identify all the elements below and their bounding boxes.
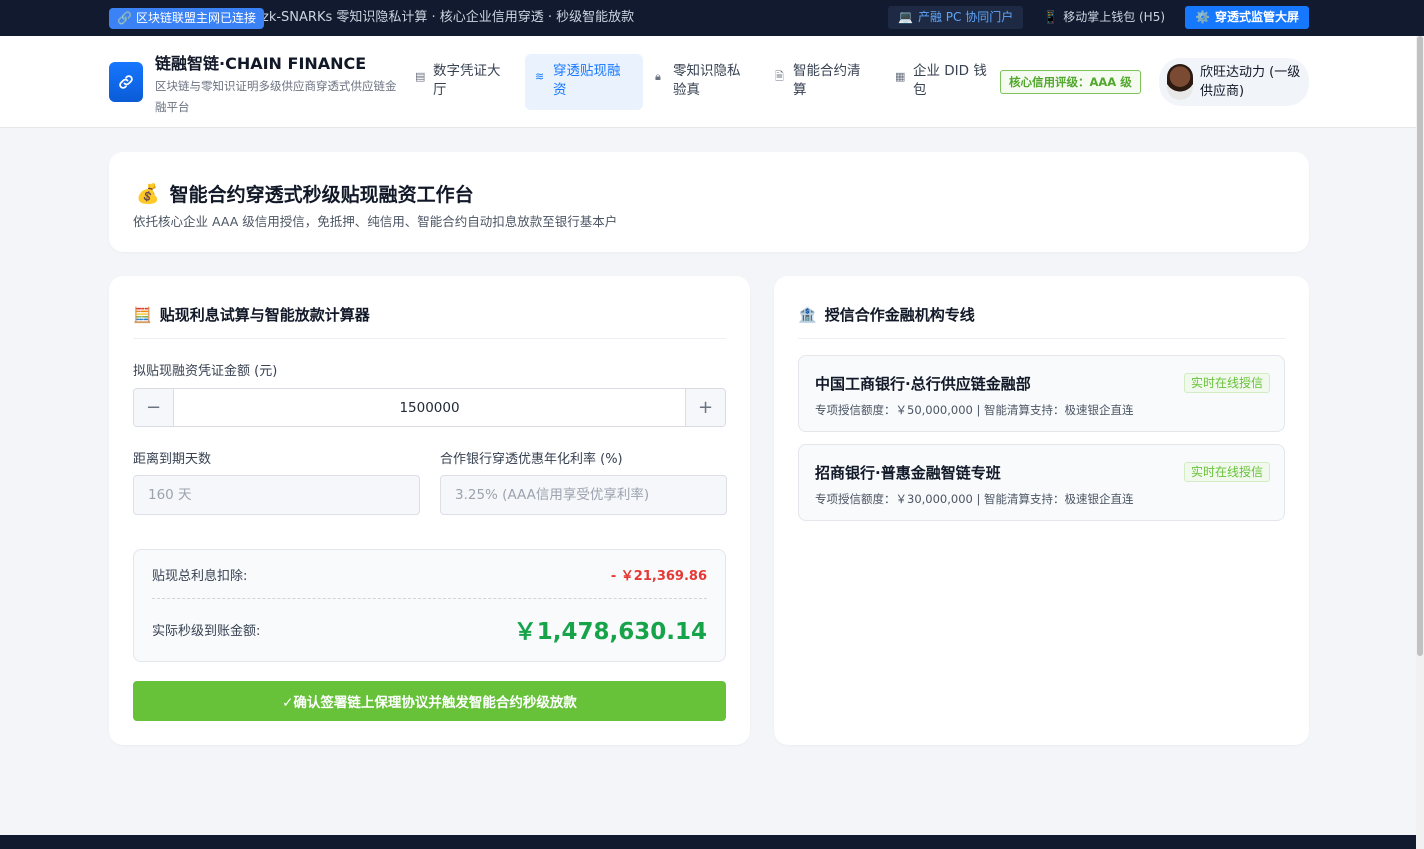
nav-label: 智能合约清算 — [793, 63, 861, 98]
calculator-card: 🧮 贴现利息试算与智能放款计算器 拟贴现融资凭证金额 (元) − 1500000… — [109, 276, 750, 745]
nav-item-voucher-hall[interactable]: ▤ 数字凭证大厅 — [405, 54, 523, 110]
brand-subtitle: 区块链与零知识证明多级供应商穿透式供应链金融平台 — [155, 79, 397, 114]
supervision-screen-button[interactable]: ⚙️ 穿透式监管大屏 — [1185, 6, 1309, 29]
days-label: 距离到期天数 — [133, 452, 212, 467]
app-header: 链融智链·CHAIN FINANCE 区块链与零知识证明多级供应商穿透式供应链金… — [0, 36, 1416, 128]
scrollbar-thumb[interactable] — [1417, 36, 1423, 656]
mobile-wallet-label: 移动掌上钱包 (H5) — [1063, 10, 1166, 24]
chain-status-label: 区块链联盟主网已连接 — [135, 11, 256, 25]
confirm-disbursement-button[interactable]: ✓确认签署链上保理协议并触发智能合约秒级放款 — [133, 681, 726, 721]
bank-desc: 专项授信额度：￥30,000,000 | 智能清算支持：极速银企直连 — [815, 492, 1134, 506]
calculator-title: 🧮 贴现利息试算与智能放款计算器 — [133, 304, 370, 325]
database-icon: ≋ — [535, 70, 545, 83]
page-title: 💰 智能合约穿透式秒级贴现融资工作台 — [136, 180, 474, 207]
divider — [798, 338, 1285, 339]
increment-button[interactable]: + — [685, 389, 725, 426]
bank-partners-card: 🏦 授信合作金融机构专线 中国工商银行·总行供应链金融部 实时在线授信 专项授信… — [774, 276, 1309, 745]
nav-label: 数字凭证大厅 — [433, 63, 501, 98]
banks-title-text: 授信合作金融机构专线 — [824, 306, 975, 324]
laptop-icon: 💻 — [898, 10, 913, 24]
building-icon: ▦ — [895, 70, 906, 83]
marquee-text: zk-SNARKs 零知识隐私计算 · 核心企业信用穿透 · 秒级智能放款 — [262, 10, 635, 25]
user-name: 欣旺达动力 (一级供应商) — [1200, 65, 1301, 99]
user-menu[interactable]: 欣旺达动力 (一级供应商) — [1159, 58, 1309, 106]
main-nav: ▤ 数字凭证大厅 ≋ 穿透贴现融资 🔒︎ 零知识隐私验真 🗎︎ 智能合约清算 ▦… — [405, 54, 1005, 110]
chain-link-logo-icon[interactable] — [109, 62, 143, 102]
abacus-icon: 🧮 — [133, 305, 152, 324]
brand-title: 链融智链·CHAIN FINANCE — [155, 54, 367, 73]
bank-name: 中国工商银行·总行供应链金融部 — [815, 375, 1031, 393]
calculator-title-text: 贴现利息试算与智能放款计算器 — [159, 306, 370, 324]
top-actions: 💻 产融 PC 协同门户 📱 移动掌上钱包 (H5) ⚙️ 穿透式监管大屏 — [888, 6, 1309, 29]
divider — [133, 338, 726, 339]
status-badge: 实时在线授信 — [1183, 462, 1270, 482]
lock-icon: 🔒︎ — [655, 70, 661, 83]
nav-item-zk-verify[interactable]: 🔒︎ 零知识隐私验真 — [645, 54, 763, 110]
nav-label: 企业 DID 钱包 — [913, 63, 987, 98]
received-row: 实际秒级到账金额: ￥1,478,630.14 — [152, 600, 707, 658]
status-badge: 实时在线授信 — [1183, 373, 1270, 393]
credit-rating-badge: 核心信用评级：AAA 级 — [1000, 70, 1141, 94]
nav-label: 零知识隐私验真 — [673, 63, 741, 98]
rate-label: 合作银行穿透优惠年化利率 (%) — [440, 452, 623, 467]
pc-portal-label: 产融 PC 协同门户 — [917, 10, 1014, 24]
phone-icon: 📱 — [1043, 10, 1059, 24]
top-status-bar: zk-SNARKs 零知识隐私计算 · 核心企业信用穿透 · 秒级智能放款 🔗 … — [0, 0, 1424, 36]
nav-label: 穿透贴现融资 — [553, 63, 621, 98]
pc-portal-button[interactable]: 💻 产融 PC 协同门户 — [888, 6, 1024, 29]
gear-icon: ⚙️ — [1195, 10, 1210, 24]
list-item[interactable]: 招商银行·普惠金融智链专班 实时在线授信 专项授信额度：￥30,000,000 … — [798, 444, 1285, 521]
rate-field[interactable]: 3.25% (AAA信用享受优享利率) — [440, 475, 727, 515]
interest-row: 贴现总利息扣除: - ￥21,369.86 — [152, 550, 707, 599]
page-subtitle: 依托核心企业 AAA 级信用授信，免抵押、纯信用、智能合约自动扣息放款至银行基本… — [133, 214, 618, 229]
avatar — [1167, 64, 1193, 100]
supervision-screen-label: 穿透式监管大屏 — [1214, 10, 1299, 24]
link-icon: 🔗 — [117, 11, 132, 25]
nav-item-contract-settlement[interactable]: 🗎︎ 智能合约清算 — [765, 54, 883, 110]
received-value: ￥1,478,630.14 — [513, 619, 707, 645]
result-summary: 贴现总利息扣除: - ￥21,369.86 实际秒级到账金额: ￥1,478,6… — [133, 549, 726, 662]
page-title-text: 智能合约穿透式秒级贴现融资工作台 — [169, 184, 474, 206]
list-item[interactable]: 中国工商银行·总行供应链金融部 实时在线授信 专项授信额度：￥50,000,00… — [798, 355, 1285, 432]
received-label: 实际秒级到账金额: — [152, 623, 261, 639]
nav-item-discount-financing[interactable]: ≋ 穿透贴现融资 — [525, 54, 643, 110]
chain-status-badge: 🔗 区块链联盟主网已连接 — [109, 8, 264, 29]
mobile-wallet-button[interactable]: 📱 移动掌上钱包 (H5) — [1033, 6, 1175, 29]
footer-bar — [0, 835, 1416, 849]
amount-input[interactable]: 1500000 — [174, 389, 685, 426]
file-check-icon: 🗎︎ — [775, 70, 784, 83]
bank-icon: 🏦 — [798, 305, 817, 324]
days-field[interactable]: 160 天 — [133, 475, 420, 515]
bank-desc: 专项授信额度：￥50,000,000 | 智能清算支持：极速银企直连 — [815, 403, 1134, 417]
document-icon: ▤ — [415, 70, 426, 83]
banks-title: 🏦 授信合作金融机构专线 — [798, 304, 975, 325]
hero-card: 💰 智能合约穿透式秒级贴现融资工作台 依托核心企业 AAA 级信用授信，免抵押、… — [109, 152, 1309, 252]
amount-stepper: − 1500000 + — [133, 388, 726, 427]
bank-name: 招商银行·普惠金融智链专班 — [815, 464, 1001, 482]
nav-item-did-wallet[interactable]: ▦ 企业 DID 钱包 — [885, 54, 1003, 110]
interest-label: 贴现总利息扣除: — [152, 568, 248, 584]
money-bag-icon: 💰 — [136, 183, 160, 205]
decrement-button[interactable]: − — [134, 389, 174, 426]
amount-label: 拟贴现融资凭证金额 (元) — [133, 364, 278, 379]
interest-value: - ￥21,369.86 — [610, 568, 707, 584]
